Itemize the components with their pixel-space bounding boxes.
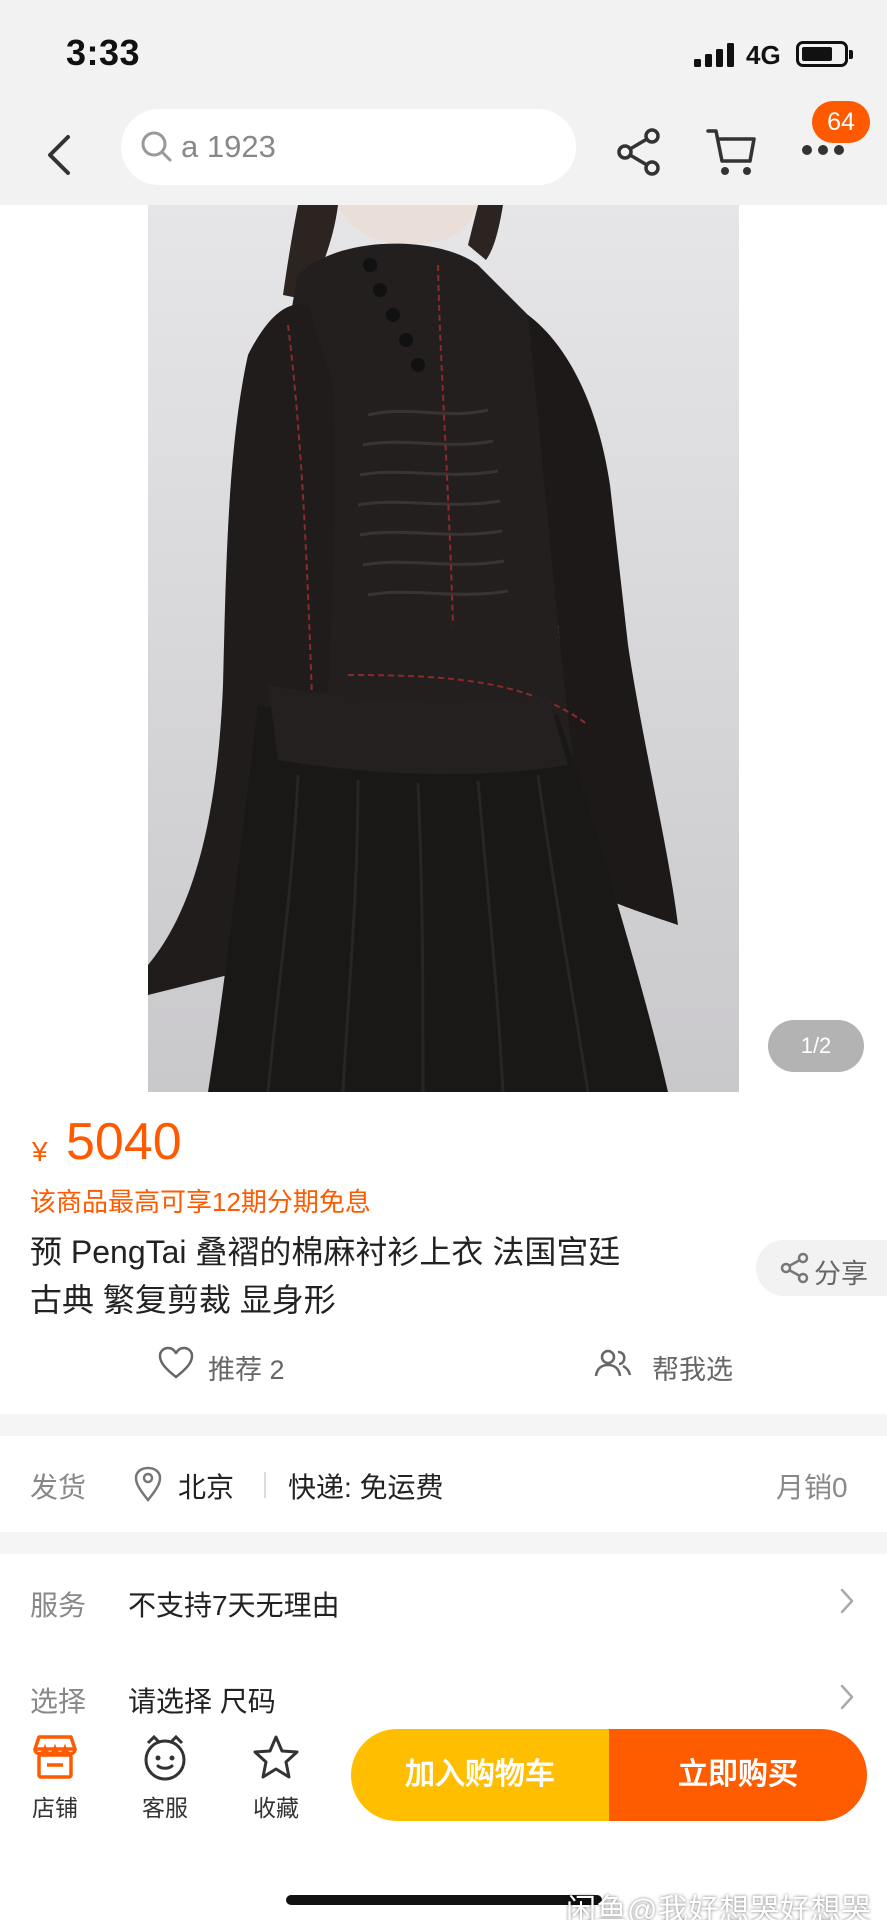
watermark: 闲鱼@我好想哭好想哭 [566, 1894, 872, 1920]
service-label: 服务 [30, 1590, 87, 1621]
image-counter: 1/2 [768, 1020, 864, 1072]
shipping-row: 发货 北京 快递: 免运费 月销0 [0, 1436, 887, 1532]
recommend-row: 推荐 2 帮我选 [0, 1342, 887, 1392]
chevron-right-icon [840, 1588, 854, 1614]
product-image[interactable] [148, 205, 739, 1092]
store-icon [33, 1735, 77, 1779]
section-divider [0, 1414, 887, 1436]
status-time: 3:33 [66, 32, 141, 73]
back-button[interactable] [40, 127, 80, 183]
shipping-fee: 快递: 免运费 [288, 1472, 444, 1503]
section-divider [0, 1532, 887, 1554]
monthly-sales: 月销0 [776, 1472, 848, 1503]
share-icon [617, 128, 660, 176]
currency-symbol: ¥ [32, 1136, 48, 1167]
recommend-button[interactable]: 推荐 2 [208, 1348, 285, 1387]
customer-service-label: 客服 [142, 1795, 188, 1821]
store-label: 店铺 [32, 1795, 78, 1821]
heart-icon[interactable] [158, 1346, 194, 1380]
share-icon [780, 1252, 809, 1284]
product-title-line-2: 古典 繁复剪裁 显身形 [30, 1282, 336, 1318]
divider [264, 1472, 266, 1498]
select-value: 请选择 尺码 [128, 1686, 276, 1717]
top-nav: a 1923 64 [0, 101, 887, 205]
battery-icon [796, 41, 853, 67]
cart-icon [706, 129, 756, 175]
favorite-label: 收藏 [253, 1795, 299, 1821]
chevron-left-icon [48, 135, 70, 175]
location-pin-icon [134, 1466, 162, 1502]
message-count-badge: 64 [812, 101, 870, 143]
chevron-right-icon [840, 1684, 854, 1710]
shipping-label: 发货 [30, 1472, 87, 1503]
search-input[interactable]: a 1923 [121, 109, 576, 185]
buy-now-button[interactable]: 立即购买 [609, 1729, 867, 1821]
service-row[interactable]: 服务 不支持7天无理由 [0, 1554, 887, 1646]
people-icon [594, 1349, 632, 1377]
bottom-action-bar: 店铺 客服 收藏 加入购物车 立即购买 闲鱼@我好想哭好想哭 [0, 1725, 887, 1920]
select-label: 选择 [30, 1686, 87, 1717]
share-pill-button[interactable]: 分享 [756, 1240, 887, 1296]
product-photo [148, 205, 739, 1092]
signal-strength-icon [694, 43, 738, 67]
network-type: 4G [746, 40, 781, 70]
shipping-city: 北京 [178, 1472, 235, 1503]
status-bar: 3:33 4G [0, 0, 887, 105]
search-icon [141, 131, 172, 162]
home-indicator[interactable] [286, 1895, 602, 1905]
add-to-cart-button[interactable]: 加入购物车 [351, 1729, 609, 1821]
star-icon [253, 1735, 299, 1779]
share-button[interactable] [616, 127, 662, 177]
favorite-button[interactable]: 收藏 [236, 1725, 316, 1825]
customer-service-icon [144, 1734, 186, 1781]
product-title-line-1: 预 PengTai 叠褶的棉麻衬衫上衣 法国宫廷 [30, 1234, 621, 1270]
service-value: 不支持7天无理由 [128, 1590, 340, 1621]
price-value: 5040 [66, 1113, 182, 1171]
search-query-text: a 1923 [181, 129, 276, 164]
product-title: 预 PengTai 叠褶的棉麻衬衫上衣 法国宫廷 古典 繁复剪裁 显身形 [30, 1228, 720, 1324]
cart-button[interactable] [706, 125, 758, 179]
more-menu-button[interactable] [802, 145, 848, 159]
store-button[interactable]: 店铺 [15, 1725, 95, 1825]
share-label: 分享 [814, 1259, 868, 1289]
installment-note: 该商品最高可享12期分期免息 [30, 1187, 371, 1217]
help-me-choose-button[interactable]: 帮我选 [652, 1348, 733, 1387]
customer-service-button[interactable]: 客服 [125, 1725, 205, 1825]
